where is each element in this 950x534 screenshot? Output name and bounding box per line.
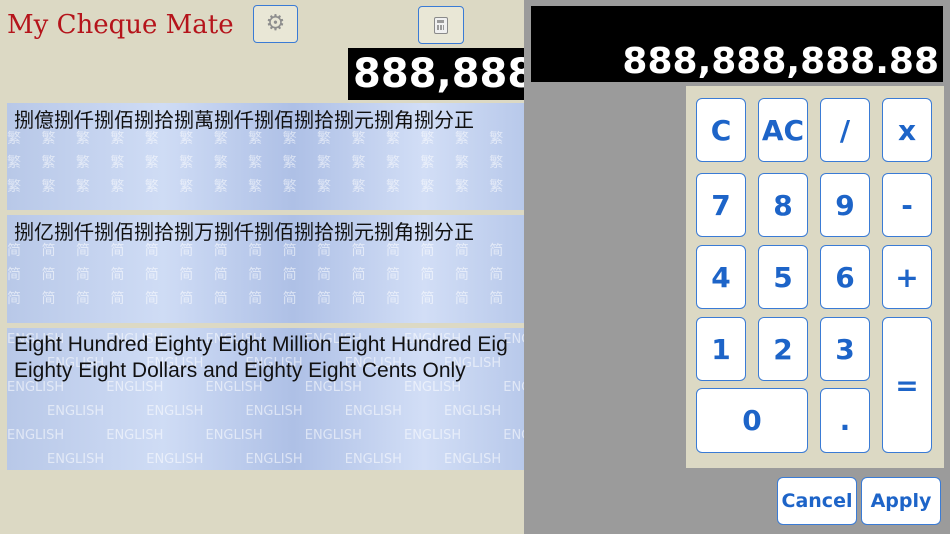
two-key[interactable]: 2 bbox=[758, 317, 808, 381]
english-panel: ENGLISH ENGLISH ENGLISH ENGLISH ENGLISH … bbox=[7, 328, 528, 470]
multiply-key[interactable]: x bbox=[882, 98, 932, 162]
three-key[interactable]: 3 bbox=[820, 317, 870, 381]
watermark-row: 简 简 简 简 简 简 简 简 简 简 简 简 简 简 简 简 简 简 简 简 … bbox=[7, 291, 528, 307]
clear-key[interactable]: C bbox=[696, 98, 746, 162]
calculator-icon bbox=[434, 16, 448, 34]
six-key[interactable]: 6 bbox=[820, 245, 870, 309]
divide-key[interactable]: / bbox=[820, 98, 870, 162]
english-amount-line-1: Eight Hundred Eighty Eight Million Eight… bbox=[14, 333, 508, 356]
watermark-row: 繁 繁 繁 繁 繁 繁 繁 繁 繁 繁 繁 繁 繁 繁 繁 繁 繁 繁 繁 繁 … bbox=[7, 179, 528, 195]
settings-button[interactable]: ⚙ bbox=[253, 5, 298, 43]
traditional-amount-text: 捌億捌仟捌佰捌拾捌萬捌仟捌佰捌拾捌元捌角捌分正 bbox=[14, 108, 474, 132]
calculator-keypad: C AC / x 7 8 9 - 4 5 6 + 1 2 3 = 0 . bbox=[686, 86, 944, 468]
four-key[interactable]: 4 bbox=[696, 245, 746, 309]
nine-key[interactable]: 9 bbox=[820, 173, 870, 237]
app-title: My Cheque Mate bbox=[7, 10, 234, 40]
watermark-row: ENGLISH ENGLISH ENGLISH ENGLISH ENGLISH … bbox=[47, 452, 528, 467]
calculator-popover: 888,888,888.88 C AC / x 7 8 9 - 4 5 6 + … bbox=[524, 0, 950, 534]
seven-key[interactable]: 7 bbox=[696, 173, 746, 237]
decimal-key[interactable]: . bbox=[820, 388, 870, 453]
equals-key[interactable]: = bbox=[882, 317, 932, 453]
watermark-row: ENGLISH ENGLISH ENGLISH ENGLISH ENGLISH … bbox=[7, 428, 528, 443]
cancel-button[interactable]: Cancel bbox=[777, 477, 857, 525]
amount-display[interactable]: 888,888,888.88 bbox=[348, 48, 528, 100]
calculator-display: 888,888,888.88 bbox=[531, 6, 943, 82]
watermark-row: 繁 繁 繁 繁 繁 繁 繁 繁 繁 繁 繁 繁 繁 繁 繁 繁 繁 繁 繁 繁 … bbox=[7, 155, 528, 171]
minus-key[interactable]: - bbox=[882, 173, 932, 237]
english-amount-text: Eight Hundred Eighty Eight Million Eight… bbox=[7, 328, 528, 384]
eight-key[interactable]: 8 bbox=[758, 173, 808, 237]
plus-key[interactable]: + bbox=[882, 245, 932, 309]
all-clear-key[interactable]: AC bbox=[758, 98, 808, 162]
gear-icon: ⚙ bbox=[265, 11, 286, 36]
simplified-chinese-panel: 简 简 简 简 简 简 简 简 简 简 简 简 简 简 简 简 简 简 简 简 … bbox=[7, 215, 528, 323]
traditional-chinese-panel: 繁 繁 繁 繁 繁 繁 繁 繁 繁 繁 繁 繁 繁 繁 繁 繁 繁 繁 繁 繁 … bbox=[7, 103, 528, 210]
five-key[interactable]: 5 bbox=[758, 245, 808, 309]
english-amount-line-2: Eighty Eight Dollars and Eighty Eight Ce… bbox=[14, 359, 466, 382]
watermark-row: ENGLISH ENGLISH ENGLISH ENGLISH ENGLISH … bbox=[47, 404, 528, 419]
apply-button[interactable]: Apply bbox=[861, 477, 941, 525]
one-key[interactable]: 1 bbox=[696, 317, 746, 381]
calculator-button[interactable] bbox=[418, 6, 464, 44]
zero-key[interactable]: 0 bbox=[696, 388, 808, 453]
cheque-app: My Cheque Mate ⚙ 888,888,888.88 繁 繁 繁 繁 … bbox=[0, 0, 528, 534]
watermark-row: 简 简 简 简 简 简 简 简 简 简 简 简 简 简 简 简 简 简 简 简 … bbox=[7, 267, 528, 283]
simplified-amount-text: 捌亿捌仟捌佰捌拾捌万捌仟捌佰捌拾捌元捌角捌分正 bbox=[14, 220, 474, 244]
